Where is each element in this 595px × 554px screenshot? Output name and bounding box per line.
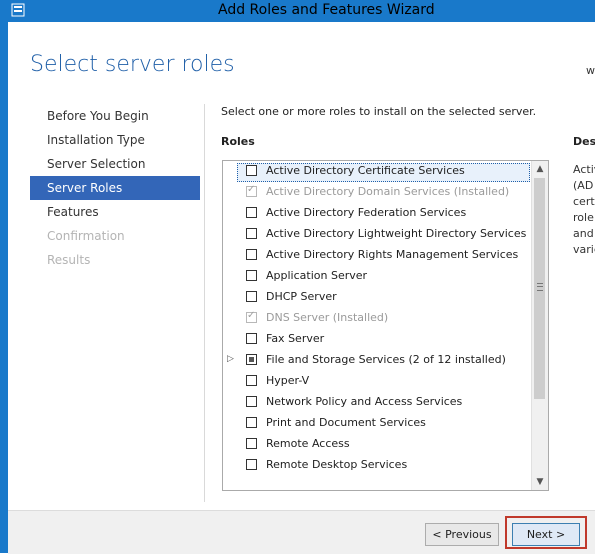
nav-item-server-selection[interactable]: Server Selection	[30, 152, 200, 176]
nav-item-installation-type[interactable]: Installation Type	[30, 128, 200, 152]
wizard-client-area: Select server roles w Before You Begin In…	[8, 22, 595, 553]
role-label: Print and Document Services	[266, 416, 426, 429]
nav-separator	[204, 104, 205, 502]
destination-server-label: w	[586, 64, 595, 77]
role-checkbox[interactable]	[246, 438, 257, 449]
role-checkbox	[246, 310, 257, 323]
role-label: Active Directory Domain Services (Instal…	[266, 185, 510, 198]
role-checkbox[interactable]	[246, 396, 257, 407]
expand-arrow-icon[interactable]: ▷	[227, 354, 234, 364]
role-item[interactable]: Active Directory Rights Management Servi…	[223, 245, 548, 266]
role-checkbox[interactable]	[246, 207, 257, 218]
nav-item-confirmation: Confirmation	[47, 229, 125, 243]
role-checkbox[interactable]	[246, 291, 257, 302]
role-item[interactable]: Hyper-V	[223, 371, 548, 392]
role-label: DNS Server (Installed)	[266, 311, 389, 324]
title-bar[interactable]: Add Roles and Features Wizard	[8, 0, 595, 22]
role-item[interactable]: Active Directory Lightweight Directory S…	[223, 224, 548, 245]
role-item[interactable]: Active Directory Domain Services (Instal…	[223, 182, 548, 203]
window-title: Add Roles and Features Wizard	[218, 2, 435, 18]
role-checkbox[interactable]	[246, 249, 257, 260]
role-item[interactable]: Remote Access	[223, 434, 548, 455]
role-label: Active Directory Lightweight Directory S…	[266, 227, 527, 240]
scroll-down-arrow-icon[interactable]: ▼	[532, 474, 548, 490]
role-checkbox[interactable]	[246, 354, 257, 365]
next-button[interactable]: Next >	[512, 523, 580, 546]
description-line: role	[573, 211, 594, 224]
role-label: Fax Server	[266, 332, 325, 345]
nav-item-before-you-begin[interactable]: Before You Begin	[30, 104, 200, 128]
role-label: DHCP Server	[266, 290, 337, 303]
window-frame-left	[0, 0, 8, 553]
role-item[interactable]: ▷ File and Storage Services (2 of 12 inst…	[223, 350, 548, 371]
role-label: Active Directory Certificate Services	[266, 164, 465, 177]
role-label: Network Policy and Access Services	[266, 395, 463, 408]
role-checkbox[interactable]	[246, 459, 257, 470]
nav-item-results: Results	[47, 253, 91, 267]
description-line: and	[573, 227, 594, 240]
role-checkbox[interactable]	[246, 375, 257, 386]
role-label: Active Directory Federation Services	[266, 206, 467, 219]
role-checkbox[interactable]	[246, 165, 257, 176]
role-checkbox[interactable]	[246, 333, 257, 344]
role-label: Active Directory Rights Management Servi…	[266, 248, 519, 261]
previous-button[interactable]: < Previous	[425, 523, 499, 546]
description-line: varie	[573, 243, 595, 256]
wizard-nav: Before You Begin Installation Type Server …	[30, 104, 200, 272]
role-label: Application Server	[266, 269, 368, 282]
instruction-text: Select one or more roles to install on t…	[221, 105, 537, 118]
role-label: Remote Access	[266, 437, 350, 450]
roles-scrollbar[interactable]: ▲ ▼	[531, 161, 548, 490]
role-label: Remote Desktop Services	[266, 458, 408, 471]
role-item[interactable]: Active Directory Certificate Services	[223, 161, 548, 182]
role-item[interactable]: Print and Document Services	[223, 413, 548, 434]
role-item[interactable]: Network Policy and Access Services	[223, 392, 548, 413]
nav-item-server-roles[interactable]: Server Roles	[30, 176, 200, 200]
role-checkbox[interactable]	[246, 417, 257, 428]
scroll-up-arrow-icon[interactable]: ▲	[532, 161, 548, 177]
role-item[interactable]: Application Server	[223, 266, 548, 287]
description-header: Desc	[573, 135, 595, 148]
description-line: Activ	[573, 163, 595, 176]
grip-icon	[537, 283, 543, 291]
role-item[interactable]: Remote Desktop Services	[223, 455, 548, 476]
role-checkbox[interactable]	[246, 228, 257, 239]
nav-item-features[interactable]: Features	[30, 200, 200, 224]
description-line: certi	[573, 195, 595, 208]
role-label: File and Storage Services (2 of 12 insta…	[266, 353, 506, 366]
role-item[interactable]: Fax Server	[223, 329, 548, 350]
role-item[interactable]: Active Directory Federation Services	[223, 203, 548, 224]
roles-list[interactable]: Active Directory Certificate Services Act…	[222, 160, 549, 491]
role-label: Hyper-V	[266, 374, 310, 387]
wizard-footer: < Previous Next >	[8, 510, 595, 554]
scrollbar-thumb[interactable]	[534, 178, 545, 399]
role-item[interactable]: DNS Server (Installed)	[223, 308, 548, 329]
page-title: Select server roles	[30, 52, 235, 77]
role-checkbox	[246, 184, 257, 197]
role-item[interactable]: DHCP Server	[223, 287, 548, 308]
role-checkbox[interactable]	[246, 270, 257, 281]
description-line: (AD	[573, 179, 594, 192]
roles-header: Roles	[221, 135, 255, 148]
description-text: Activ (AD certi role and varie	[573, 162, 595, 258]
